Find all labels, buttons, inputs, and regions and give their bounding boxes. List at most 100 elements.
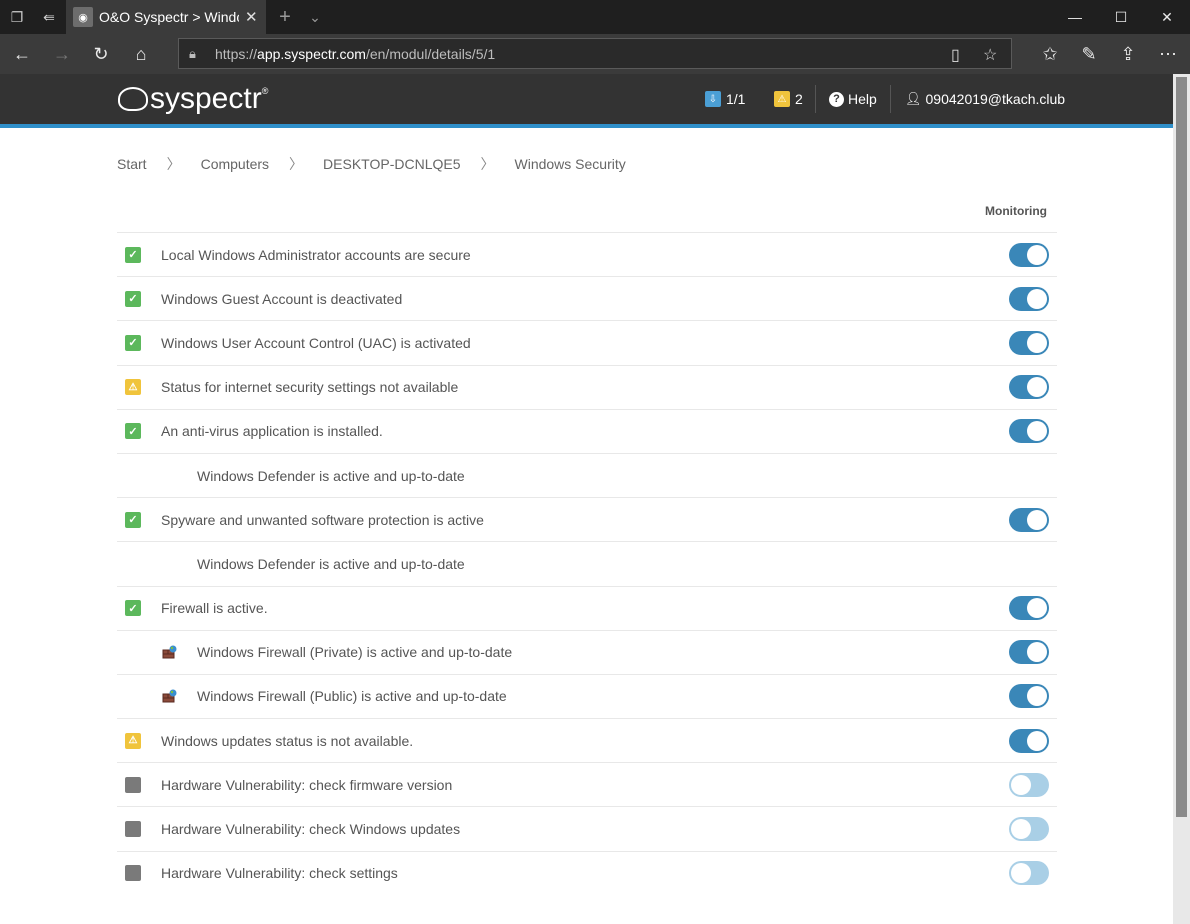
- monitoring-toggle[interactable]: [1009, 419, 1049, 444]
- refresh-icon[interactable]: ↻: [81, 34, 121, 74]
- toggle-knob: [1027, 642, 1047, 663]
- logo-registered: ®: [261, 86, 269, 96]
- logo-text: syspectr: [150, 82, 262, 115]
- browser-titlebar: ❐ ⇚ ◉ O&O Syspectr > Windo ✕ + ⌄ — ☐ ✕: [0, 0, 1190, 34]
- toggle-knob: [1011, 774, 1031, 795]
- help-icon: ?: [829, 91, 844, 107]
- list-item-label: Windows Guest Account is deactivated: [161, 290, 403, 307]
- toggle-knob: [1027, 598, 1047, 619]
- share-icon[interactable]: ⇪: [1108, 34, 1148, 74]
- maximize-icon[interactable]: ☐: [1098, 0, 1144, 34]
- set-aside-tabs-icon[interactable]: ⇚: [32, 0, 66, 34]
- list-item: ✓ An anti-virus application is installed.: [117, 408, 1057, 453]
- warnings-indicator[interactable]: ⚠ 2: [774, 74, 803, 124]
- list-item: ⚠ Status for internet security settings n…: [117, 364, 1057, 409]
- help-link[interactable]: ? Help: [829, 74, 877, 124]
- toggle-knob: [1011, 819, 1031, 840]
- browser-navbar: ← → ↻ ⌂ 🔒︎ https://app.syspectr.com/en/m…: [0, 34, 1190, 74]
- header-accent-bar: [0, 124, 1173, 128]
- list-item: Hardware Vulnerability: check settings: [117, 850, 1057, 895]
- list-item-label: Windows User Account Control (UAC) is ac…: [161, 334, 471, 351]
- monitoring-toggle[interactable]: [1009, 596, 1049, 621]
- downloads-indicator[interactable]: ⇩ 1/1: [705, 74, 745, 124]
- monitoring-toggle[interactable]: [1009, 772, 1049, 797]
- monitoring-toggle[interactable]: [1009, 375, 1049, 400]
- monitoring-toggle[interactable]: [1009, 728, 1049, 753]
- list-item-label: An anti-virus application is installed.: [161, 423, 383, 440]
- check-icon: ✓: [125, 600, 141, 617]
- list-item-label: Windows Firewall (Private) is active and…: [197, 644, 513, 661]
- monitoring-toggle[interactable]: [1009, 507, 1049, 532]
- favorite-star-icon[interactable]: ☆: [983, 39, 997, 70]
- breadcrumb-start[interactable]: Start: [117, 156, 147, 172]
- chevron-right-icon: 〉: [289, 156, 304, 172]
- user-icon: 👤︎: [905, 91, 922, 106]
- home-icon[interactable]: ⌂: [121, 34, 161, 74]
- url-text: https://app.syspectr.com/en/modul/detail…: [215, 45, 496, 62]
- user-menu[interactable]: 👤︎ 09042019@tkach.club: [905, 74, 1065, 124]
- monitoring-toggle[interactable]: [1009, 684, 1049, 709]
- tab-actions-icon[interactable]: ❐: [0, 0, 34, 34]
- scrollbar-thumb[interactable]: [1176, 77, 1187, 817]
- breadcrumb-computers[interactable]: Computers: [201, 156, 269, 172]
- user-label: 09042019@tkach.club: [925, 91, 1066, 107]
- breadcrumb-computer[interactable]: DESKTOP-DCNLQE5: [323, 156, 460, 172]
- help-label: Help: [848, 91, 877, 107]
- close-tab-icon[interactable]: ✕: [245, 8, 258, 26]
- minimize-icon[interactable]: —: [1052, 0, 1098, 34]
- list-item-label: Spyware and unwanted software protection…: [161, 511, 484, 528]
- favorites-icon[interactable]: ✩: [1030, 34, 1070, 74]
- monitoring-toggle[interactable]: [1009, 286, 1049, 311]
- back-icon[interactable]: ←: [2, 34, 42, 74]
- check-icon: ✓: [125, 334, 141, 351]
- warning-icon: ⚠: [774, 91, 790, 107]
- chevron-right-icon: 〉: [480, 156, 495, 172]
- chevron-right-icon: 〉: [166, 156, 181, 172]
- check-icon: ✓: [125, 511, 141, 528]
- breadcrumb-current: Windows Security: [514, 156, 626, 172]
- monitoring-toggle[interactable]: [1009, 242, 1049, 267]
- scrollbar[interactable]: [1173, 74, 1190, 924]
- inactive-icon: [125, 776, 141, 793]
- list-item: Windows Firewall (Private) is active and…: [117, 629, 1057, 674]
- header-divider: [890, 85, 891, 113]
- monitoring-toggle[interactable]: [1009, 640, 1049, 665]
- list-item-label: Status for internet security settings no…: [161, 379, 459, 396]
- list-item-label: Hardware Vulnerability: check Windows up…: [161, 821, 461, 838]
- logo-mark-icon: [118, 87, 148, 111]
- app-header: syspectr ® ⇩ 1/1 ⚠ 2 ? Help 👤︎ 09042019@…: [0, 74, 1173, 124]
- check-icon: ✓: [125, 423, 141, 440]
- reading-view-icon[interactable]: ▯: [951, 39, 960, 70]
- firewall-icon: [162, 645, 178, 659]
- more-icon[interactable]: ⋯: [1148, 34, 1188, 74]
- toggle-knob: [1027, 288, 1047, 309]
- forward-icon[interactable]: →: [42, 34, 82, 74]
- pen-icon[interactable]: ✎: [1069, 34, 1109, 74]
- toggle-knob: [1027, 421, 1047, 442]
- monitoring-toggle[interactable]: [1009, 330, 1049, 355]
- syspectr-logo[interactable]: syspectr ®: [118, 82, 268, 116]
- list-item-label: Hardware Vulnerability: check firmware v…: [161, 776, 453, 793]
- list-item-label: Hardware Vulnerability: check settings: [161, 865, 398, 882]
- new-tab-icon[interactable]: +: [268, 0, 302, 34]
- tab-title: O&O Syspectr > Windo: [99, 9, 239, 25]
- toggle-knob: [1027, 332, 1047, 353]
- download-icon: ⇩: [705, 91, 721, 107]
- monitoring-toggle[interactable]: [1009, 861, 1049, 886]
- toggle-knob: [1027, 509, 1047, 530]
- toggle-knob: [1027, 377, 1047, 398]
- list-item-label: Windows Firewall (Public) is active and …: [197, 688, 507, 705]
- inactive-icon: [125, 821, 141, 838]
- browser-tab[interactable]: ◉ O&O Syspectr > Windo ✕: [66, 0, 266, 34]
- page-content: syspectr ® ⇩ 1/1 ⚠ 2 ? Help 👤︎ 09042019@…: [0, 74, 1173, 924]
- list-item: Windows Defender is active and up-to-dat…: [117, 452, 1057, 497]
- breadcrumb: Start 〉 Computers 〉 DESKTOP-DCNLQE5 〉 Wi…: [117, 154, 626, 174]
- close-window-icon[interactable]: ✕: [1144, 0, 1190, 34]
- header-divider: [815, 85, 816, 113]
- monitoring-toggle[interactable]: [1009, 817, 1049, 842]
- list-item: Hardware Vulnerability: check Windows up…: [117, 806, 1057, 850]
- list-item: ✓ Spyware and unwanted software protectio…: [117, 497, 1057, 541]
- list-item-label: Local Windows Administrator accounts are…: [161, 246, 471, 263]
- address-bar[interactable]: 🔒︎ https://app.syspectr.com/en/modul/det…: [178, 38, 1012, 69]
- chevron-down-icon[interactable]: ⌄: [298, 0, 332, 34]
